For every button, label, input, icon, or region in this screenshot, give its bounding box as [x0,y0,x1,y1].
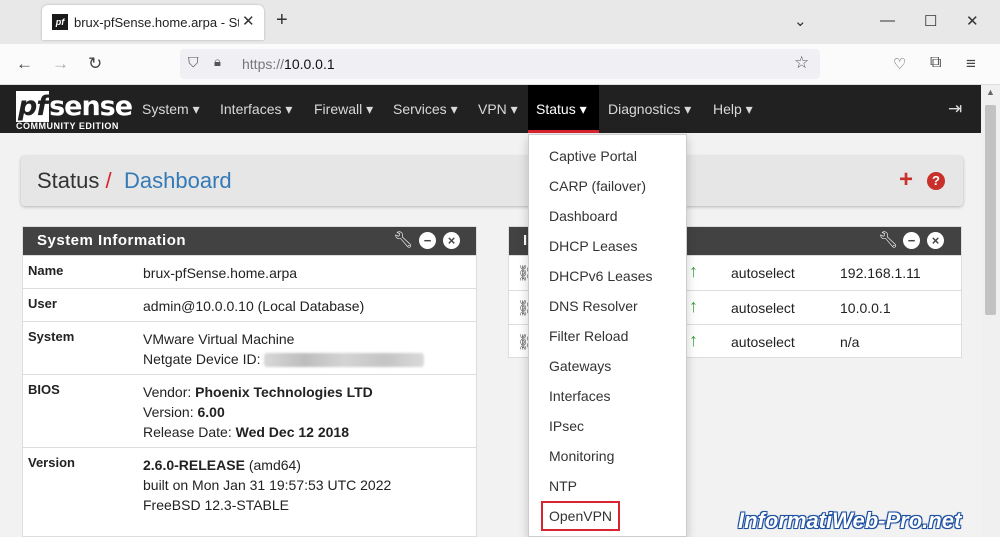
minimize-circle-icon[interactable]: − [419,232,436,249]
back-arrow-icon[interactable]: ← [16,54,33,74]
menu-interfaces[interactable]: Interfaces ▾ [220,101,292,118]
menu-item-ipsec[interactable]: IPsec [549,418,584,434]
tab-list-chevron-icon[interactable]: ⌄ [794,12,807,30]
pocket-icon[interactable]: ♡ [893,55,906,73]
close-window-icon[interactable]: ✕ [966,12,979,30]
widget-title: System Information [37,232,187,249]
app-menu-icon[interactable]: ≡ [966,54,976,74]
table-row: Version 2.6.0-RELEASE (amd64) built on M… [23,447,476,537]
menu-status[interactable]: Status ▾ [528,85,599,133]
pfsense-logo[interactable]: pfsense COMMUNITY EDITION [16,91,133,131]
page-scrollbar[interactable]: ▲ [981,85,1000,537]
table-row: User admin@10.0.0.10 (Local Database) [23,288,476,321]
status-up-arrow-icon: ↑ [689,296,698,316]
table-row: BIOS Vendor: Phoenix Technologies LTD Ve… [23,374,476,447]
status-dropdown-menu: Captive Portal CARP (failover) Dashboard… [528,134,687,537]
scroll-thumb[interactable] [985,105,996,315]
menu-item-captive-portal[interactable]: Captive Portal [549,148,637,164]
menu-item-dashboard[interactable]: Dashboard [549,208,618,224]
pfsense-favicon-icon: pf [52,14,68,30]
menu-item-filter-reload[interactable]: Filter Reload [549,328,628,344]
menu-item-dhcp-leases[interactable]: DHCP Leases [549,238,637,254]
browser-navbar: ← → ↻ ⛉ 🔒︎ https://10.0.0.1 ☆ ♡ ⧉ ≡ [0,44,1000,85]
browser-tabbar: pf brux-pfSense.home.arpa - Status ✕ + ⌄… [0,0,1000,44]
menu-item-carp[interactable]: CARP (failover) [549,178,646,194]
shield-icon[interactable]: ⛉ [188,54,199,71]
tab-title: brux-pfSense.home.arpa - Status [74,15,239,30]
status-up-arrow-icon: ↑ [689,330,698,350]
reload-icon[interactable]: ↻ [88,54,102,74]
new-tab-button[interactable]: + [276,9,288,32]
add-widget-plus-icon[interactable]: + [899,166,913,194]
blurred-device-id [264,353,425,368]
logo-subtitle: COMMUNITY EDITION [16,121,119,131]
menu-item-dhcpv6-leases[interactable]: DHCPv6 Leases [549,268,653,284]
pfsense-navbar: pfsense COMMUNITY EDITION System ▾ Inter… [0,85,981,133]
table-row: System VMware Virtual Machine Netgate De… [23,321,476,374]
browser-tab[interactable]: pf brux-pfSense.home.arpa - Status ✕ [42,5,264,40]
maximize-window-icon[interactable]: ☐ [924,12,937,30]
widget-header: System Information 🔧︎ − × [23,227,476,255]
menu-services[interactable]: Services ▾ [393,101,458,118]
menu-item-ntp[interactable]: NTP [549,478,577,494]
status-up-arrow-icon: ↑ [689,261,698,281]
menu-item-dns-resolver[interactable]: DNS Resolver [549,298,638,314]
logout-icon[interactable]: ⇥ [948,99,962,119]
menu-system[interactable]: System ▾ [142,101,200,118]
close-circle-icon[interactable]: × [443,232,460,249]
forward-arrow-icon[interactable]: → [52,54,69,74]
widget-title: I [523,232,528,249]
url-text[interactable]: https://10.0.0.1 [242,56,335,72]
breadcrumb-section: Status / [37,168,112,193]
menu-item-interfaces[interactable]: Interfaces [549,388,610,404]
system-information-widget: System Information 🔧︎ − × Name brux-pfSe… [22,226,477,537]
tab-close-icon[interactable]: ✕ [242,12,255,30]
help-question-icon[interactable]: ? [927,172,945,190]
breadcrumb-dashboard-link[interactable]: Dashboard [124,168,232,194]
wrench-icon[interactable]: 🔧︎ [393,230,413,250]
wrench-icon[interactable]: 🔧︎ [878,230,898,250]
menu-diagnostics[interactable]: Diagnostics ▾ [608,101,691,118]
table-row: Name brux-pfSense.home.arpa [23,255,476,288]
extensions-icon[interactable]: ⧉ [930,54,941,72]
lock-icon[interactable]: 🔒︎ [214,54,221,70]
menu-vpn[interactable]: VPN ▾ [478,101,518,118]
bookmark-star-icon[interactable]: ☆ [794,53,809,73]
watermark: InformatiWeb-Pro.net [738,508,962,533]
address-bar[interactable]: ⛉ 🔒︎ https://10.0.0.1 ☆ [180,49,820,79]
menu-item-gateways[interactable]: Gateways [549,358,611,374]
close-circle-icon[interactable]: × [927,232,944,249]
minimize-window-icon[interactable]: — [880,12,895,29]
breadcrumb: Status / Dashboard + ? [21,156,963,206]
menu-firewall[interactable]: Firewall ▾ [314,101,373,118]
minimize-circle-icon[interactable]: − [903,232,920,249]
menu-item-openvpn[interactable]: OpenVPN [549,508,612,524]
menu-item-monitoring[interactable]: Monitoring [549,448,614,464]
scroll-up-icon[interactable]: ▲ [986,87,995,97]
menu-help[interactable]: Help ▾ [713,101,753,118]
